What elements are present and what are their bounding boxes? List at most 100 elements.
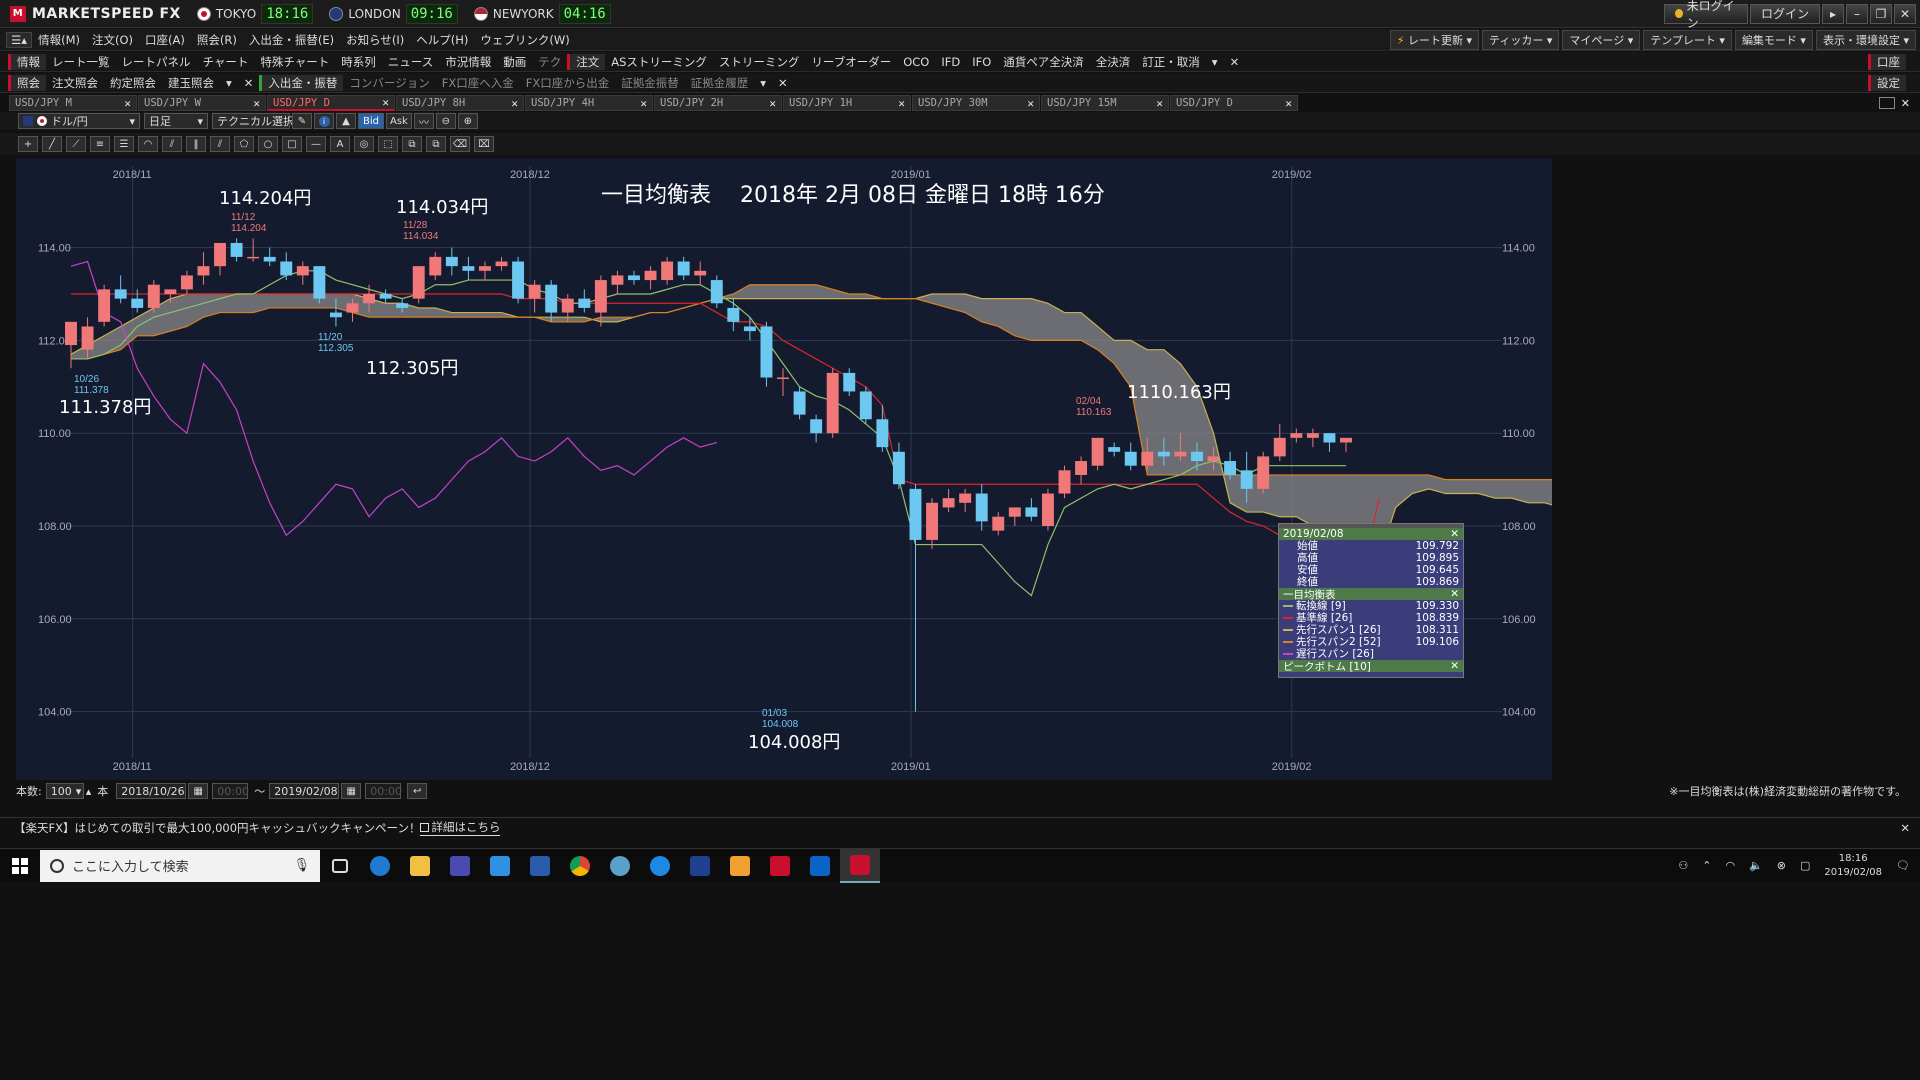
streaming-button[interactable]: ストリーミング <box>713 54 806 70</box>
dropdown-icon[interactable]: ▾ <box>754 76 772 90</box>
text-icon[interactable]: A <box>330 136 350 152</box>
indicator-icon[interactable]: 〰 <box>413 113 434 129</box>
pentagon-icon[interactable]: ⬠ <box>234 136 254 152</box>
pair-select[interactable]: ドル/円 ▾ <box>18 113 140 129</box>
fan-icon[interactable]: ⫽ <box>162 136 182 152</box>
chevron-up-icon[interactable]: ⌃ <box>1702 859 1711 872</box>
circle-icon[interactable]: ○ <box>258 136 278 152</box>
erase-all-icon[interactable]: ⌧ <box>474 136 494 152</box>
taskbar-search[interactable]: ここに入力して検索 🎙 <box>40 849 320 882</box>
close-icon[interactable]: ✕ <box>253 97 260 110</box>
execution-inquiry-button[interactable]: 約定照会 <box>104 75 162 91</box>
dropdown-icon[interactable]: ▾ <box>220 76 238 90</box>
close-icon[interactable]: ✕ <box>769 97 776 110</box>
display-settings-button[interactable]: 表示・環境設定 ▾ <box>1815 29 1916 50</box>
chart-tab[interactable]: USD/JPY 4H ✕ <box>525 95 653 111</box>
close-icon[interactable]: ✕ <box>124 97 131 110</box>
menu-notice[interactable]: お知らせ(I) <box>340 32 410 48</box>
chart-tab[interactable]: USD/JPY 30M ✕ <box>912 95 1040 111</box>
task-view-icon[interactable] <box>320 849 360 883</box>
menu-order[interactable]: 注文(O) <box>86 32 139 48</box>
all-settle-button[interactable]: 全決済 <box>1090 54 1137 70</box>
microphone-icon[interactable]: 🎙 <box>293 858 310 873</box>
zoom-out-icon[interactable]: ⊖ <box>435 113 456 129</box>
hlines-icon[interactable]: ≡ <box>90 136 110 152</box>
mountain-chart-icon[interactable]: ▲ <box>336 113 356 129</box>
ask-button[interactable]: Ask <box>386 113 412 129</box>
arrow-right-icon[interactable]: ▸ <box>1822 3 1844 24</box>
maximize-icon[interactable] <box>1878 96 1895 109</box>
close-icon[interactable]: ✕ <box>1450 660 1459 672</box>
login-button[interactable]: ログイン <box>1750 3 1820 24</box>
chart-canvas[interactable]: 114.00 114.00112.00 112.00110.00 110.00108.… <box>16 158 1662 780</box>
technical-select[interactable]: テクニカル選択 ▾ <box>212 113 304 129</box>
stamp-app-icon[interactable] <box>720 849 760 883</box>
windows-start-icon[interactable] <box>0 849 40 883</box>
pen-icon[interactable]: ✎ <box>292 113 312 129</box>
minimize-icon[interactable]: – <box>1846 3 1868 24</box>
edit-mode-button[interactable]: 編集モード ▾ <box>1734 29 1813 50</box>
edge-icon[interactable] <box>640 849 680 883</box>
notification-icon[interactable]: 🗨 <box>1896 859 1910 872</box>
margin-transfer-button[interactable]: 証拠金振替 <box>615 75 685 91</box>
outlook-icon[interactable] <box>800 849 840 883</box>
count-up-icon[interactable]: ▴ <box>86 785 92 798</box>
bid-button[interactable]: Bid <box>358 113 384 129</box>
order-label[interactable]: 注文 <box>567 53 606 70</box>
from-time-field[interactable]: 00:00 <box>212 783 249 799</box>
close-icon[interactable]: ✕ <box>1900 821 1910 835</box>
feather-app-icon[interactable] <box>680 849 720 883</box>
explorer-icon[interactable] <box>400 849 440 883</box>
ifo-button[interactable]: IFO <box>966 55 997 69</box>
close-icon[interactable]: ✕ <box>511 97 518 110</box>
info-panel[interactable]: 2019/02/08 ✕ 始値 109.792 高値 109.895 安値 109.645 終… <box>1278 523 1464 678</box>
close-icon[interactable]: ✕ <box>1285 97 1292 110</box>
close-icon[interactable]: ✕ <box>772 76 794 90</box>
chart-tab[interactable]: USD/JPY D ✕ <box>1170 95 1298 111</box>
period-select[interactable]: 日足 ▾ <box>144 113 208 129</box>
menu-weblink[interactable]: ウェブリンク(W) <box>474 32 575 48</box>
dropdown-icon[interactable]: ▾ <box>1206 55 1224 69</box>
to-date-field[interactable]: 2019/02/08 <box>269 783 340 799</box>
cancel-icon[interactable]: ⊗ <box>1777 859 1786 872</box>
network-icon[interactable]: ◠ <box>1725 859 1735 872</box>
close-icon[interactable]: ✕ <box>1156 97 1163 110</box>
conversion-button[interactable]: コンバージョン <box>343 75 435 91</box>
stamp-icon[interactable]: ◎ <box>354 136 374 152</box>
fib-fan-icon[interactable]: ◠ <box>138 136 158 152</box>
restore-icon[interactable]: ❐ <box>1870 3 1892 24</box>
banner-link[interactable]: 詳細はこちら <box>420 819 501 836</box>
oco-button[interactable]: OCO <box>897 55 935 69</box>
close-icon[interactable]: ✕ <box>1901 97 1910 110</box>
amend-cancel-button[interactable]: 訂正・取消 <box>1136 54 1206 70</box>
taskbar-clock[interactable]: 18:16 2019/02/08 <box>1824 852 1882 880</box>
channel-icon[interactable]: ⫽ <box>210 136 230 152</box>
video-button[interactable]: 動画 <box>497 54 532 70</box>
rate-panel-button[interactable]: レートパネル <box>116 54 197 70</box>
as-streaming-button[interactable]: ASストリーミング <box>605 54 713 70</box>
trendline-icon[interactable]: ╱ <box>42 136 62 152</box>
chart-tab[interactable]: USD/JPY W ✕ <box>138 95 266 111</box>
menu-inquiry[interactable]: 照会(R) <box>191 32 243 48</box>
paste-icon[interactable]: ⧉ <box>426 136 446 152</box>
marketspeed-fx-icon[interactable] <box>840 848 880 883</box>
close-icon[interactable]: ✕ <box>1027 97 1034 110</box>
copy-icon[interactable]: ⧉ <box>402 136 422 152</box>
calendar-icon[interactable]: ▦ <box>188 783 209 799</box>
leave-order-button[interactable]: リーブオーダー <box>805 54 897 70</box>
window-app-icon[interactable] <box>480 849 520 883</box>
special-chart-button[interactable]: 特殊チャート <box>254 54 335 70</box>
volume-icon[interactable]: 🔈 <box>1749 859 1763 872</box>
rectangle-icon[interactable]: □ <box>282 136 302 152</box>
close-icon[interactable]: ✕ <box>1450 588 1459 600</box>
calendar-icon[interactable]: ▦ <box>341 783 362 799</box>
position-inquiry-button[interactable]: 建玉照会 <box>162 75 220 91</box>
menu-info[interactable]: 情報(M) <box>32 32 86 48</box>
chart-tab[interactable]: USD/JPY 2H ✕ <box>654 95 782 111</box>
close-icon[interactable]: ✕ <box>1450 528 1459 540</box>
menu-toggle-icon[interactable]: ☰▴ <box>6 31 33 48</box>
close-icon[interactable]: ✕ <box>640 97 647 110</box>
from-date-field[interactable]: 2018/10/26 <box>116 783 187 799</box>
fib-lines-icon[interactable]: ☰ <box>114 136 134 152</box>
fx-deposit-button[interactable]: FX口座へ入金 <box>436 75 520 91</box>
